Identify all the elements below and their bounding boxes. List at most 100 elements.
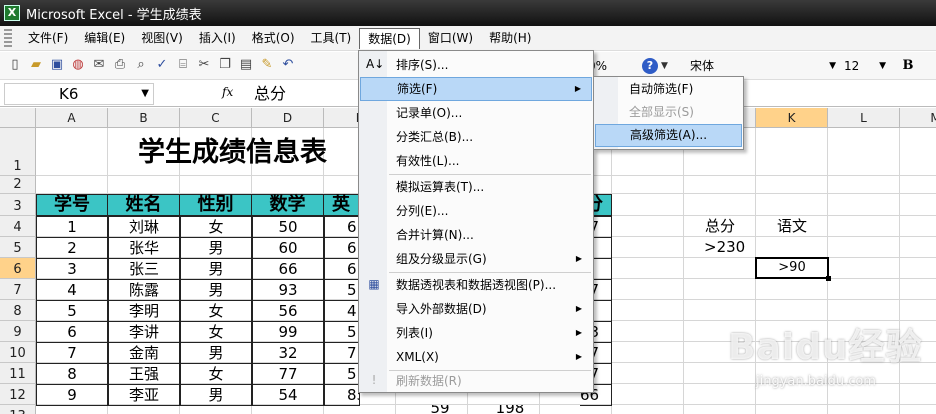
print-preview-icon[interactable]: ⌕ xyxy=(132,56,150,74)
font-size-select[interactable]: 12 ▼ xyxy=(844,56,888,76)
menu-window[interactable]: 窗口(W) xyxy=(420,28,481,49)
criteria-total-value[interactable]: >230 xyxy=(684,237,756,258)
table-cell[interactable]: 99 xyxy=(252,321,324,343)
table-cell[interactable]: 男 xyxy=(180,237,252,259)
table-cell[interactable]: 93 xyxy=(252,279,324,301)
table-cell[interactable]: 陈露 xyxy=(108,279,180,301)
row-header-10[interactable]: 10 xyxy=(0,342,36,363)
table-cell[interactable]: 刘琳 xyxy=(108,216,180,238)
font-name-select[interactable]: 宋体 ▼ xyxy=(690,56,840,76)
menu-item-pivot-table[interactable]: ▦ 数据透视表和数据透视图(P)... xyxy=(360,273,592,297)
table-cell[interactable]: 6 xyxy=(36,321,108,343)
row-header-3[interactable]: 3 xyxy=(0,194,36,216)
menu-edit[interactable]: 编辑(E) xyxy=(76,28,133,49)
help-icon[interactable]: ? xyxy=(642,58,658,74)
table-cell[interactable]: 2 xyxy=(36,237,108,259)
table-cell[interactable]: 8 xyxy=(36,363,108,385)
menu-insert[interactable]: 插入(I) xyxy=(191,28,244,49)
column-header-k[interactable]: K xyxy=(756,108,828,128)
column-header-d[interactable]: D xyxy=(252,108,324,128)
table-cell[interactable]: 66 xyxy=(252,258,324,280)
table-cell[interactable]: 李亚 xyxy=(108,384,180,406)
table-cell[interactable]: 女 xyxy=(180,216,252,238)
fill-handle[interactable] xyxy=(826,276,831,281)
menu-tools[interactable]: 工具(T) xyxy=(303,28,360,49)
print-icon[interactable]: ⎙ xyxy=(111,56,129,74)
table-cell[interactable]: 6 xyxy=(324,237,360,259)
menu-item-advanced-filter[interactable]: 高级筛选(A)... xyxy=(595,124,742,147)
table-cell[interactable]: 男 xyxy=(180,342,252,364)
table-cell[interactable]: 1 xyxy=(36,216,108,238)
research-icon[interactable]: ⌸ xyxy=(174,56,192,74)
table-cell[interactable]: 5 xyxy=(324,279,360,301)
menu-item-group-outline[interactable]: 组及分级显示(G) ▶ xyxy=(360,247,592,271)
table-cell[interactable]: 7 xyxy=(324,342,360,364)
menu-item-table[interactable]: 模拟运算表(T)... xyxy=(360,175,592,199)
open-folder-icon[interactable]: ▰ xyxy=(27,56,45,74)
table-cell[interactable]: 男 xyxy=(180,384,252,406)
table-cell[interactable]: 59 xyxy=(420,405,460,414)
table-cell[interactable]: 女 xyxy=(180,321,252,343)
fx-icon[interactable]: fx xyxy=(222,85,233,99)
column-header-b[interactable]: B xyxy=(108,108,180,128)
menu-format[interactable]: 格式(O) xyxy=(244,28,303,49)
chevron-down-icon[interactable]: ▼ xyxy=(661,61,668,71)
row-header-11[interactable]: 11 xyxy=(0,363,36,384)
criteria-header-total[interactable]: 总分 xyxy=(684,216,756,237)
row-header-1[interactable]: 1 xyxy=(0,128,36,176)
table-cell[interactable]: 女 xyxy=(180,300,252,322)
menu-item-filter[interactable]: 筛选(F) ▶ xyxy=(360,77,592,101)
menu-item-import-external[interactable]: 导入外部数据(D) ▶ xyxy=(360,297,592,321)
menu-item-sort[interactable]: A↓ 排序(S)... xyxy=(360,53,592,77)
row-header-2[interactable]: 2 xyxy=(0,176,36,194)
column-header-m[interactable]: M xyxy=(900,108,936,128)
table-cell[interactable]: 198 xyxy=(490,405,530,414)
row-header-6[interactable]: 6 xyxy=(0,258,36,279)
menu-view[interactable]: 视图(V) xyxy=(133,28,191,49)
select-all-corner[interactable] xyxy=(0,108,36,128)
paste-icon[interactable]: ▤ xyxy=(237,56,255,74)
menu-item-validation[interactable]: 有效性(L)... xyxy=(360,149,592,173)
new-file-icon[interactable]: ▯ xyxy=(6,56,24,74)
table-cell[interactable]: 56 xyxy=(252,300,324,322)
table-cell[interactable]: 李明 xyxy=(108,300,180,322)
menu-data[interactable]: 数据(D) xyxy=(359,27,420,49)
row-header-5[interactable]: 5 xyxy=(0,237,36,258)
menubar-grip-handle[interactable] xyxy=(4,29,12,47)
email-icon[interactable]: ✉ xyxy=(90,56,108,74)
header-cell-name[interactable]: 姓名 xyxy=(107,194,180,216)
menu-help[interactable]: 帮助(H) xyxy=(481,28,539,49)
table-cell[interactable]: 7 xyxy=(36,342,108,364)
table-cell[interactable]: 女 xyxy=(180,363,252,385)
name-box[interactable]: K6 ▼ xyxy=(4,83,154,105)
table-cell[interactable]: 4 xyxy=(324,300,360,322)
table-cell[interactable]: 6 xyxy=(324,216,360,238)
column-header-l[interactable]: L xyxy=(828,108,900,128)
table-cell[interactable]: 男 xyxy=(180,258,252,280)
menu-file[interactable]: 文件(F) xyxy=(20,28,76,49)
spelling-icon[interactable]: ✓ xyxy=(153,56,171,74)
row-header-4[interactable]: 4 xyxy=(0,216,36,237)
column-header-a[interactable]: A xyxy=(36,108,108,128)
table-cell[interactable]: 张三 xyxy=(108,258,180,280)
header-cell-gender[interactable]: 性别 xyxy=(179,194,252,216)
menu-item-consolidate[interactable]: 合并计算(N)... xyxy=(360,223,592,247)
header-cell-english[interactable]: 英 xyxy=(323,194,359,216)
table-cell[interactable]: 金南 xyxy=(108,342,180,364)
table-cell[interactable]: 5 xyxy=(324,363,360,385)
column-header-c[interactable]: C xyxy=(180,108,252,128)
criteria-header-chinese[interactable]: 语文 xyxy=(756,216,828,237)
format-painter-icon[interactable]: ✎ xyxy=(258,56,276,74)
table-cell[interactable]: 5 xyxy=(324,321,360,343)
table-cell[interactable]: 5 xyxy=(36,300,108,322)
table-cell[interactable]: 9 xyxy=(36,384,108,406)
undo-icon[interactable]: ↶ xyxy=(279,56,297,74)
menu-item-xml[interactable]: XML(X) ▶ xyxy=(360,345,592,369)
table-cell[interactable]: 王强 xyxy=(108,363,180,385)
menu-item-subtotals[interactable]: 分类汇总(B)... xyxy=(360,125,592,149)
row-header-7[interactable]: 7 xyxy=(0,279,36,300)
table-cell[interactable]: 50 xyxy=(252,216,324,238)
menu-item-autofilter[interactable]: 自动筛选(F) xyxy=(595,78,742,101)
table-cell[interactable]: 54 xyxy=(252,384,324,406)
row-header-8[interactable]: 8 xyxy=(0,300,36,321)
